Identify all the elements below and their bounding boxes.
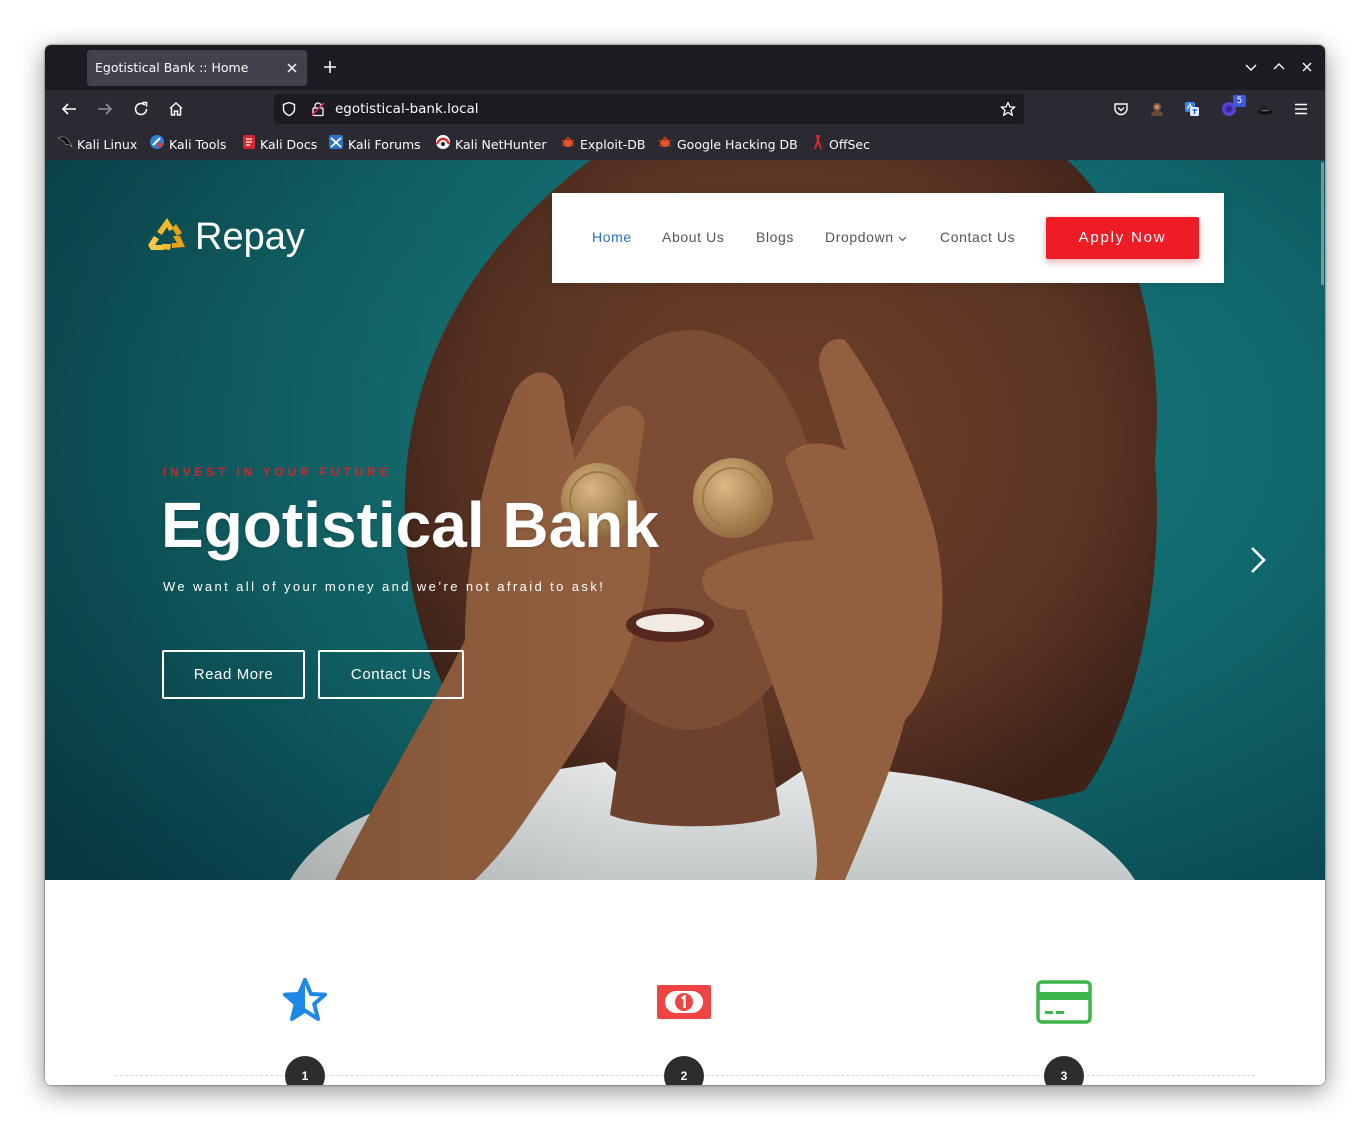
account-avatar-icon[interactable] bbox=[1149, 101, 1165, 117]
address-bar[interactable]: egotistical-bank.local bbox=[274, 94, 1024, 124]
bookmark-label: OffSec bbox=[829, 136, 870, 152]
browser-window: Egotistical Bank :: Home egotistical-ban… bbox=[45, 45, 1325, 1085]
logo-text: Repay bbox=[195, 216, 305, 258]
extension-badge: 5 bbox=[1233, 95, 1246, 107]
kali-tools-icon bbox=[149, 134, 165, 155]
tracking-protection-shield-icon[interactable] bbox=[281, 101, 297, 117]
bookmark-kali-linux[interactable]: Kali Linux bbox=[57, 128, 137, 160]
bookmark-google-hacking-db[interactable]: Google Hacking DB bbox=[657, 128, 798, 160]
kali-docs-icon bbox=[242, 134, 256, 155]
step-number-3: 3 bbox=[1044, 1056, 1084, 1085]
nav-dropdown[interactable]: Dropdown bbox=[825, 227, 907, 247]
read-more-button[interactable]: Read More bbox=[162, 650, 305, 699]
close-tab-icon[interactable] bbox=[286, 62, 298, 74]
bookmarks-toolbar: Kali Linux Kali Tools Kali Docs Kali For… bbox=[45, 128, 1325, 160]
apply-now-button[interactable]: Apply Now bbox=[1046, 217, 1199, 259]
bookmark-offsec[interactable]: OffSec bbox=[811, 128, 870, 160]
tab-title: Egotistical Bank :: Home bbox=[95, 60, 249, 75]
recycle-icon bbox=[147, 216, 187, 259]
bookmark-kali-forums[interactable]: Kali Forums bbox=[328, 128, 421, 160]
reload-icon[interactable] bbox=[133, 101, 149, 117]
hero-slider: Repay Home About Us Blogs Dropdown Conta… bbox=[45, 160, 1325, 880]
extension-icon[interactable]: 5 bbox=[1221, 95, 1246, 117]
bookmark-star-icon[interactable] bbox=[1000, 101, 1016, 117]
insecure-lock-icon[interactable] bbox=[310, 101, 326, 117]
maximize-chevron-up-icon[interactable] bbox=[1273, 62, 1285, 72]
nav-contact-us[interactable]: Contact Us bbox=[940, 227, 1015, 247]
credit-card-icon bbox=[1036, 980, 1092, 1029]
bookmark-exploit-db[interactable]: Exploit-DB bbox=[560, 128, 645, 160]
bookmark-label: Kali Docs bbox=[260, 136, 318, 152]
page-content: Repay Home About Us Blogs Dropdown Conta… bbox=[45, 160, 1325, 1085]
contact-us-button[interactable]: Contact Us bbox=[318, 650, 464, 699]
nav-about-us[interactable]: About Us bbox=[662, 227, 724, 247]
money-bill-icon bbox=[656, 982, 712, 1027]
step-number-1: 1 bbox=[285, 1056, 325, 1085]
forward-arrow-icon[interactable] bbox=[97, 101, 113, 117]
translate-icon[interactable] bbox=[1184, 101, 1200, 117]
bookmark-label: Kali NetHunter bbox=[455, 136, 547, 152]
site-logo[interactable]: Repay bbox=[147, 215, 305, 259]
bookmark-label: Exploit-DB bbox=[580, 136, 646, 152]
active-tab[interactable]: Egotistical Bank :: Home bbox=[87, 50, 307, 86]
bookmark-kali-tools[interactable]: Kali Tools bbox=[149, 128, 226, 160]
hamburger-menu-icon[interactable] bbox=[1293, 101, 1309, 117]
kali-nethunter-icon bbox=[435, 134, 451, 155]
bookmark-label: Kali Forums bbox=[348, 136, 421, 152]
nav-home[interactable]: Home bbox=[592, 227, 632, 247]
bookmark-label: Kali Tools bbox=[169, 136, 227, 152]
url-text[interactable]: egotistical-bank.local bbox=[335, 94, 479, 124]
tab-strip: Egotistical Bank :: Home bbox=[45, 45, 1325, 90]
exploit-db-icon bbox=[657, 134, 673, 155]
hero-tagline: We want all of your money and we’re not … bbox=[163, 579, 606, 594]
nav-blogs[interactable]: Blogs bbox=[756, 227, 794, 247]
offsec-icon bbox=[811, 134, 825, 155]
page-scrollbar-thumb[interactable] bbox=[1321, 162, 1324, 285]
hero-eyebrow: INVEST IN YOUR FUTURE bbox=[163, 465, 392, 479]
back-arrow-icon[interactable] bbox=[61, 101, 77, 117]
nav-dropdown-label: Dropdown bbox=[825, 229, 894, 245]
main-navigation: Home About Us Blogs Dropdown Contact Us … bbox=[552, 193, 1224, 283]
home-icon[interactable] bbox=[168, 101, 184, 117]
bookmark-label: Google Hacking DB bbox=[677, 136, 798, 152]
bookmark-label: Kali Linux bbox=[77, 136, 138, 152]
new-tab-plus-icon[interactable] bbox=[323, 60, 337, 74]
kali-forums-icon bbox=[328, 134, 344, 155]
step-number-2: 2 bbox=[664, 1056, 704, 1085]
close-window-icon[interactable] bbox=[1301, 61, 1313, 73]
kali-dragon-icon bbox=[57, 134, 73, 155]
bookmark-kali-nethunter[interactable]: Kali NetHunter bbox=[435, 128, 546, 160]
star-icon bbox=[281, 976, 329, 1029]
features-section: 1 2 3 bbox=[45, 880, 1325, 1085]
hat-extension-icon[interactable] bbox=[1257, 102, 1273, 116]
hero-title: Egotistical Bank bbox=[161, 489, 659, 561]
chevron-right-icon[interactable] bbox=[1245, 544, 1269, 581]
list-tabs-chevron-down-icon[interactable] bbox=[1245, 62, 1257, 72]
exploit-db-icon bbox=[560, 134, 576, 155]
pocket-icon[interactable] bbox=[1113, 101, 1129, 117]
chevron-down-icon bbox=[898, 227, 907, 247]
navigation-toolbar: egotistical-bank.local 5 bbox=[45, 90, 1325, 128]
bookmark-kali-docs[interactable]: Kali Docs bbox=[242, 128, 317, 160]
